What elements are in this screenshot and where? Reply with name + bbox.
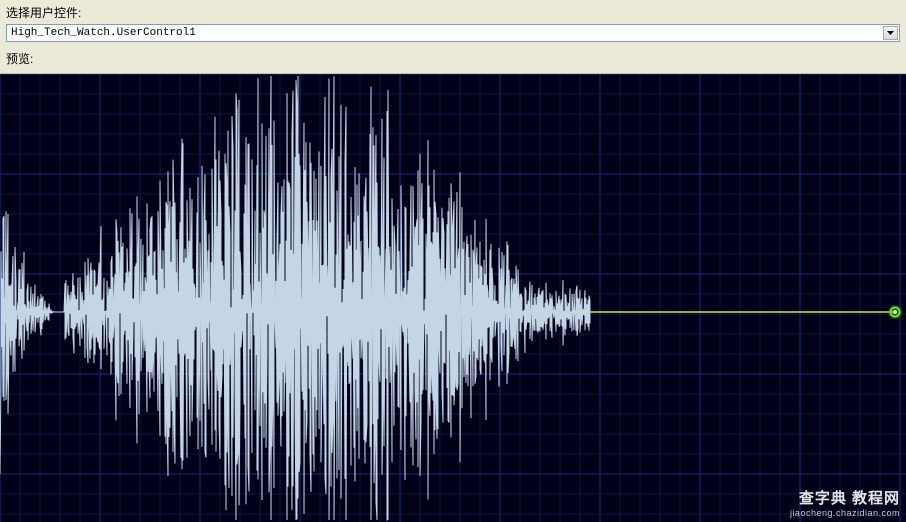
cursor-dot xyxy=(888,305,902,319)
waveform-canvas xyxy=(0,74,906,522)
chevron-down-icon[interactable] xyxy=(883,26,898,40)
header-panel: 选择用户控件: High_Tech_Watch.UserControl1 预览: xyxy=(0,0,906,74)
waveform-trace xyxy=(0,76,590,520)
waveform-preview: 查字典 教程网 jiaocheng.chazidian.com xyxy=(0,74,906,522)
user-control-value: High_Tech_Watch.UserControl1 xyxy=(11,27,196,39)
preview-label: 预览: xyxy=(6,50,900,67)
select-user-control-label: 选择用户控件: xyxy=(6,4,900,21)
user-control-combobox[interactable]: High_Tech_Watch.UserControl1 xyxy=(6,24,900,42)
